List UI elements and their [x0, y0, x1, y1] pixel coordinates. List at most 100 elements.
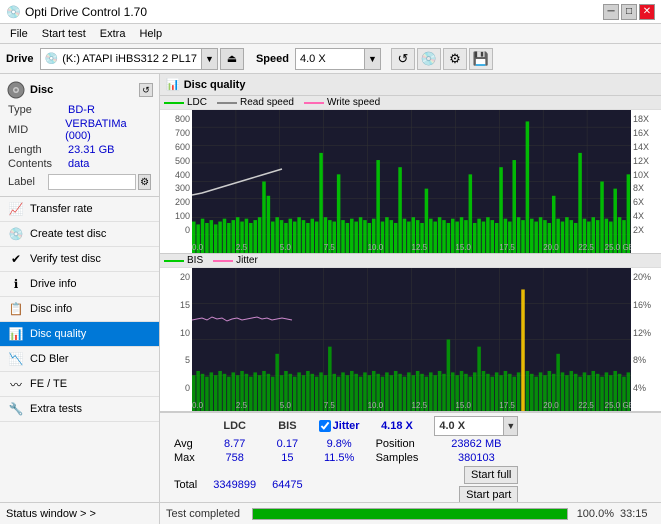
chart1-legend: LDC Read speed Write speed: [160, 96, 661, 110]
disc-mid-row: MID VERBATIMa (000): [6, 118, 153, 142]
progress-track: [252, 508, 568, 520]
menu-start-test[interactable]: Start test: [36, 28, 92, 40]
fe-te-icon: 〰: [8, 376, 24, 392]
app-title: Opti Drive Control 1.70: [25, 5, 147, 19]
disc-length-value: 23.31 GB: [68, 144, 114, 156]
stats-speed-select-arrow[interactable]: ▼: [504, 416, 518, 436]
svg-text:20.0: 20.0: [543, 243, 559, 252]
jitter-checkbox[interactable]: [319, 420, 331, 432]
progress-percent: 100.0%: [574, 508, 614, 520]
stats-max-row: Max 758 15 11.5% Samples 380103: [166, 451, 526, 465]
sidebar-item-drive-info[interactable]: ℹ Drive info: [0, 272, 159, 297]
speed-header-val: 4.18 X: [381, 420, 413, 432]
col-ldc-header: LDC: [205, 415, 264, 437]
legend-bis: BIS: [164, 255, 203, 266]
stats-avg-row: Avg 8.77 0.17 9.8% Position 23862 MB: [166, 437, 526, 451]
stats-header-row: LDC BIS Jitter 4.18 X: [166, 415, 526, 437]
sidebar-item-extra-tests[interactable]: 🔧 Extra tests: [0, 397, 159, 422]
disc-refresh-icon[interactable]: ↺: [139, 83, 153, 97]
col-jitter-check: Jitter: [311, 415, 368, 437]
legend-read-speed: Read speed: [217, 97, 294, 108]
minimize-button[interactable]: ─: [603, 4, 619, 20]
menu-file[interactable]: File: [4, 28, 34, 40]
status-window-toggle[interactable]: Status window > >: [0, 502, 159, 524]
samples-value: 380103: [426, 451, 526, 465]
sidebar-item-transfer-rate[interactable]: 📈 Transfer rate: [0, 197, 159, 222]
svg-text:25.0 GB: 25.0 GB: [605, 401, 631, 410]
col-speed-header: 4.18 X: [368, 415, 427, 437]
stats-total-row: Total 3349899 64475 Start full Start par…: [166, 465, 526, 505]
total-label: Total: [166, 465, 205, 505]
disc-label-btn[interactable]: ⚙: [138, 174, 151, 190]
disc-label-input[interactable]: [48, 174, 136, 190]
save-icon[interactable]: 💾: [469, 48, 493, 70]
progress-time: 33:15: [620, 508, 655, 520]
nav-disc-info-label: Disc info: [30, 303, 72, 315]
disc-icon[interactable]: 💿: [417, 48, 441, 70]
sidebar-item-create-test-disc[interactable]: 💿 Create test disc: [0, 222, 159, 247]
nav-cd-bler-label: CD Bler: [30, 353, 69, 365]
status-text: Test completed: [166, 508, 246, 520]
sidebar-item-fe-te[interactable]: 〰 FE / TE: [0, 372, 159, 397]
menu-help[interactable]: Help: [133, 28, 168, 40]
avg-jitter: 9.8%: [311, 437, 368, 451]
verify-test-disc-icon: ✔: [8, 251, 24, 267]
settings-icon[interactable]: ⚙: [443, 48, 467, 70]
menubar: File Start test Extra Help: [0, 24, 661, 44]
start-full-button[interactable]: Start full: [464, 466, 518, 484]
drive-select[interactable]: 💿 (K:) ATAPI iHBS312 2 PL17: [40, 48, 202, 70]
disc-contents-label: Contents: [8, 158, 68, 170]
speed-select[interactable]: 4.0 X: [295, 48, 365, 70]
svg-text:12.5: 12.5: [412, 401, 428, 410]
bis-line-color: [164, 260, 184, 262]
disc-mid-value: VERBATIMa (000): [65, 118, 151, 142]
legend-jitter-label: Jitter: [236, 255, 258, 266]
legend-read-speed-label: Read speed: [240, 97, 294, 108]
stats-bar: LDC BIS Jitter 4.18 X: [160, 412, 661, 502]
speed-select-arrow[interactable]: ▼: [365, 48, 381, 70]
total-ldc: 3349899: [205, 465, 264, 505]
svg-text:5.0: 5.0: [280, 401, 292, 410]
chart2-inner: 0.0 2.5 5.0 7.5 10.0 12.5 15.0 17.5 20.0…: [192, 268, 631, 411]
disc-header: Disc ↺: [6, 80, 153, 100]
svg-text:17.5: 17.5: [499, 243, 515, 252]
chart1-y-axis-left: 800 700 600 500 400 300 200 100 0: [160, 110, 192, 253]
sidebar-item-cd-bler[interactable]: 📉 CD Bler: [0, 347, 159, 372]
total-bis: 64475: [264, 465, 311, 505]
svg-text:20.0: 20.0: [543, 401, 559, 410]
sidebar-item-disc-quality[interactable]: 📊 Disc quality: [0, 322, 159, 347]
position-label: Position: [368, 437, 427, 451]
sidebar-item-disc-info[interactable]: 📋 Disc info: [0, 297, 159, 322]
progress-fill: [253, 509, 567, 519]
extra-tests-icon: 🔧: [8, 401, 24, 417]
drive-info-icon: ℹ: [8, 276, 24, 292]
sidebar-item-verify-test-disc[interactable]: ✔ Verify test disc: [0, 247, 159, 272]
svg-text:25.0 GB: 25.0 GB: [605, 243, 631, 252]
app-icon: 💿: [6, 5, 21, 19]
disc-label-row: Label ⚙: [6, 174, 153, 190]
legend-bis-label: BIS: [187, 255, 203, 266]
chart1-inner: 0.0 2.5 5.0 7.5 10.0 12.5 15.0 17.5 20.0…: [192, 110, 631, 253]
disc-mid-label: MID: [8, 124, 65, 136]
menu-extra[interactable]: Extra: [94, 28, 132, 40]
drive-value: (K:) ATAPI iHBS312 2 PL17: [62, 53, 197, 65]
disc-length-label: Length: [8, 144, 68, 156]
chart2-legend: BIS Jitter: [160, 254, 661, 268]
disc-type-value: BD-R: [68, 104, 95, 116]
stats-speed-select[interactable]: 4.0 X: [434, 416, 504, 436]
eject-button[interactable]: ⏏: [220, 48, 244, 70]
drivebar: Drive 💿 (K:) ATAPI iHBS312 2 PL17 ▼ ⏏ Sp…: [0, 44, 661, 74]
close-button[interactable]: ✕: [639, 4, 655, 20]
samples-label: Samples: [368, 451, 427, 465]
chart1-y-axis-right: 18X 16X 14X 12X 10X 8X 6X 4X 2X: [631, 110, 661, 253]
legend-jitter: Jitter: [213, 255, 258, 266]
maximize-button[interactable]: □: [621, 4, 637, 20]
legend-write-speed-label: Write speed: [327, 97, 380, 108]
nav-transfer-rate-label: Transfer rate: [30, 203, 93, 215]
drive-select-arrow[interactable]: ▼: [202, 48, 218, 70]
disc-type-label: Type: [8, 104, 68, 116]
ldc-line-color: [164, 102, 184, 104]
refresh-icon[interactable]: ↺: [391, 48, 415, 70]
nav-fe-te-label: FE / TE: [30, 378, 67, 390]
main-area: Disc ↺ Type BD-R MID VERBATIMa (000) Len…: [0, 74, 661, 524]
